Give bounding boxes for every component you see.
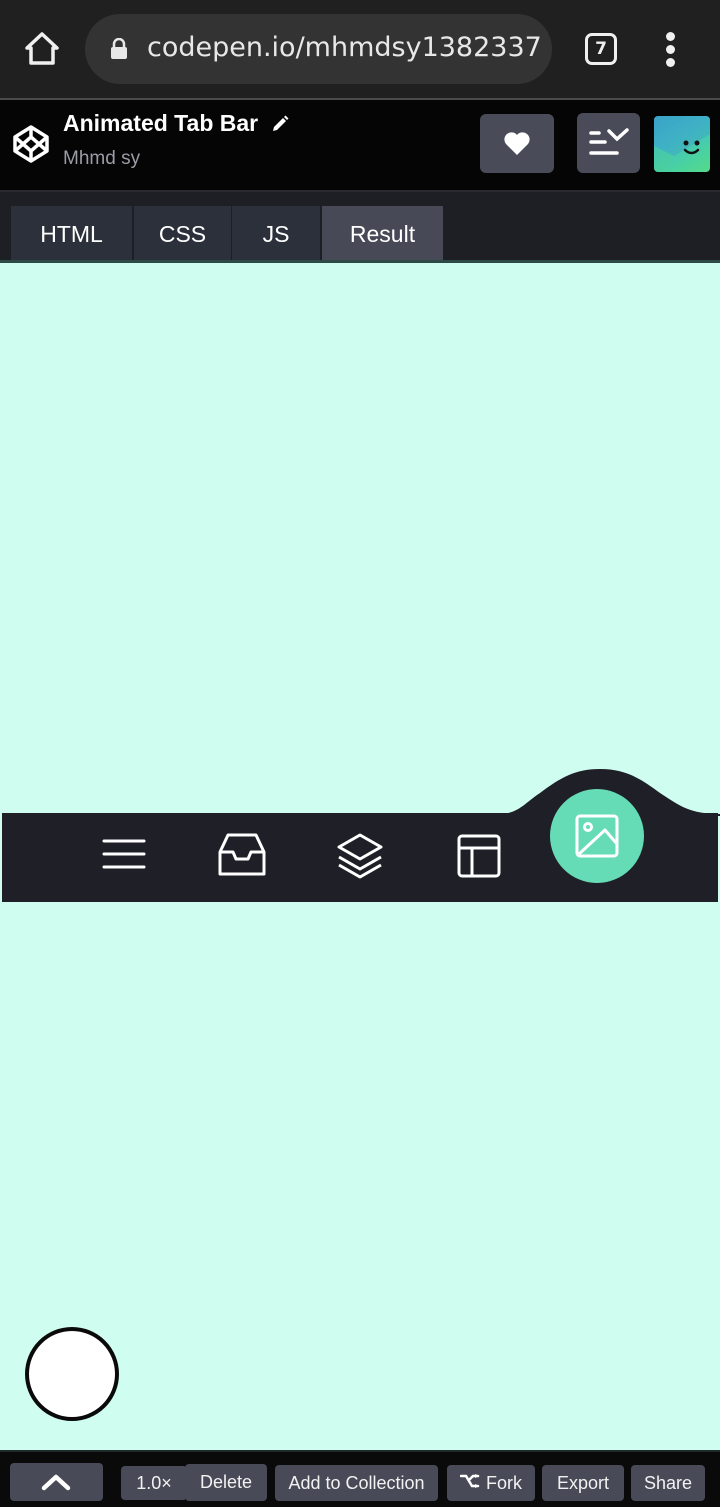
delete-button[interactable]: Delete bbox=[185, 1464, 267, 1501]
home-button[interactable] bbox=[22, 29, 62, 69]
more-vert-icon[interactable] bbox=[660, 32, 682, 68]
bottom-toolbar: 1.0× Delete Add to Collection Fork Expor… bbox=[0, 1450, 720, 1507]
image-icon bbox=[575, 814, 619, 858]
tab-bar-item-inbox[interactable] bbox=[218, 832, 266, 880]
floating-ball[interactable] bbox=[25, 1327, 119, 1421]
pen-title: Animated Tab Bar bbox=[63, 110, 259, 136]
chevron-up-icon bbox=[41, 1474, 71, 1491]
layout-icon bbox=[457, 834, 501, 878]
browser-toolbar: codepen.io/mhmdsy1382337 7 bbox=[0, 0, 720, 99]
fork-icon bbox=[460, 1474, 480, 1489]
inbox-icon bbox=[218, 833, 266, 876]
codepen-logo-icon[interactable] bbox=[12, 124, 50, 164]
menu-icon bbox=[102, 839, 146, 869]
tab-js[interactable]: JS bbox=[232, 206, 320, 262]
pencil-icon[interactable] bbox=[270, 114, 290, 134]
user-avatar[interactable] bbox=[654, 116, 710, 172]
tab-bar-item-layout[interactable] bbox=[455, 832, 503, 880]
add-to-collection-button[interactable]: Add to Collection bbox=[275, 1465, 438, 1501]
tab-css[interactable]: CSS bbox=[134, 206, 231, 262]
editor-tabs: HTML CSS JS Result bbox=[0, 190, 720, 263]
tab-html[interactable]: HTML bbox=[11, 206, 132, 262]
url-text: codepen.io/mhmdsy1382337 bbox=[147, 32, 542, 63]
lock-icon bbox=[111, 38, 127, 59]
codepen-header: Animated Tab Bar Mhmd sy bbox=[0, 100, 720, 190]
home-icon bbox=[25, 32, 59, 65]
fork-label: Fork bbox=[486, 1473, 522, 1493]
pen-author[interactable]: Mhmd sy bbox=[63, 148, 140, 170]
tab-bar-item-image[interactable] bbox=[550, 789, 644, 883]
tab-bar-item-layers[interactable] bbox=[336, 832, 384, 880]
like-button[interactable] bbox=[480, 114, 554, 173]
tab-bar-item-menu[interactable] bbox=[100, 832, 148, 880]
expand-console-button[interactable] bbox=[10, 1463, 103, 1501]
export-button[interactable]: Export bbox=[542, 1465, 624, 1501]
address-bar[interactable]: codepen.io/mhmdsy1382337 bbox=[85, 14, 552, 84]
layout-toggle-icon bbox=[589, 128, 629, 155]
share-button[interactable]: Share bbox=[631, 1465, 705, 1501]
tab-switcher-button[interactable]: 7 bbox=[585, 33, 617, 65]
change-view-button[interactable] bbox=[577, 113, 640, 173]
heart-icon bbox=[504, 132, 530, 155]
layers-icon bbox=[337, 833, 383, 879]
avatar-face-icon bbox=[654, 116, 710, 172]
tab-result[interactable]: Result bbox=[322, 206, 443, 262]
zoom-level-button[interactable]: 1.0× bbox=[121, 1466, 187, 1500]
fork-button[interactable]: Fork bbox=[447, 1465, 535, 1501]
